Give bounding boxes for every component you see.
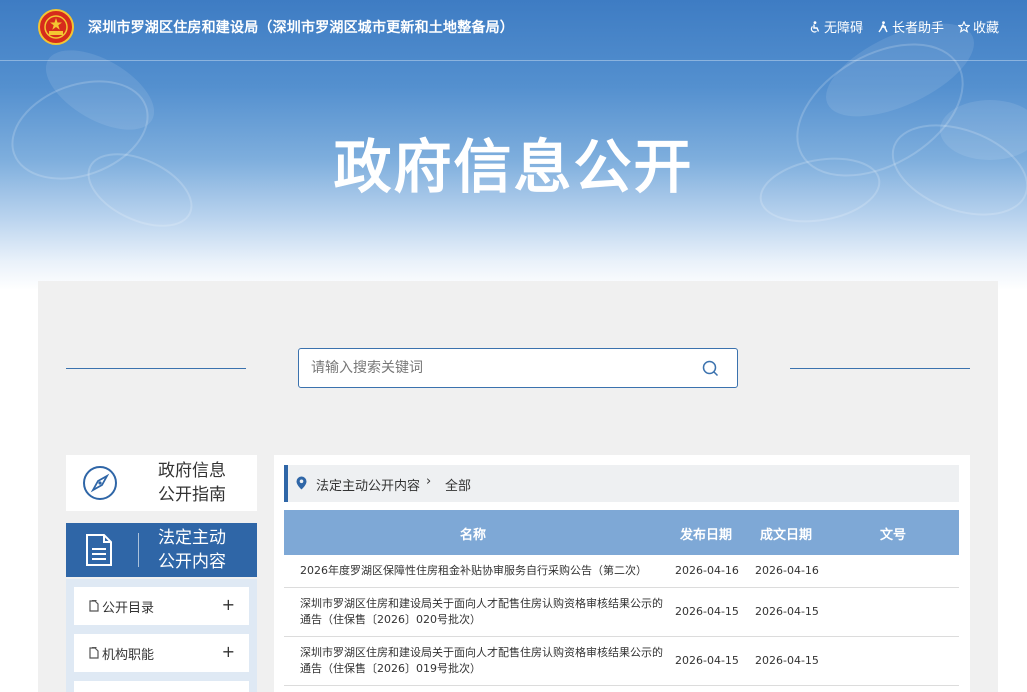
search-input[interactable]: [299, 349, 689, 387]
sidebar-submenu: 公开目录 + 机构职能 +: [66, 579, 257, 692]
row-created: 2026-04-16: [755, 564, 819, 577]
sidebar-item-catalog[interactable]: 公开目录 +: [74, 587, 249, 625]
row-published: 2026-04-15: [675, 654, 739, 667]
doc-icon: [89, 647, 99, 659]
guide-label: 政府信息 公开指南: [158, 459, 248, 507]
statutory-content-label: 法定主动 公开内容: [158, 526, 250, 574]
top-bar: 深圳市罗湖区住房和建设局（深圳市罗湖区城市更新和土地整备局） 无障碍 长者助手 …: [0, 0, 1027, 61]
elder-assist-icon: [878, 20, 888, 32]
top-divider: [0, 60, 1027, 61]
row-created: 2026-04-15: [755, 654, 819, 667]
location-pin-icon: [296, 476, 307, 490]
content-area: 法定主动公开内容 › 全部 名称 发布日期 成文日期 文号 2026年度罗湖区保…: [274, 455, 970, 692]
row-title[interactable]: 深圳市罗湖区住房和建设局关于面向人才配售住房认购资格审核结果公示的通告（住保售〔…: [300, 596, 665, 628]
chevron-right-icon: ›: [426, 474, 432, 489]
table-header: 名称 发布日期 成文日期 文号: [284, 510, 959, 555]
statutory-content-line1: 法定主动: [158, 528, 226, 548]
table-row[interactable]: 深圳市罗湖区住房和建设局关于面向人才配售住房认购资格审核结果公示的通告（住保售〔…: [284, 637, 959, 686]
accessibility-icon: [810, 20, 820, 33]
accessibility-link[interactable]: 无障碍: [809, 17, 863, 36]
header-doc-no: 文号: [880, 528, 907, 543]
search-icon[interactable]: [702, 360, 719, 377]
breadcrumb-level2: 全部: [445, 479, 472, 494]
sidebar-item-more[interactable]: [74, 681, 249, 692]
table-row[interactable]: 深圳市罗湖区住房和建设局关于面向人才配售住房认购资格审核结果公示的通告（住保售〔…: [284, 588, 959, 637]
expand-icon[interactable]: +: [222, 595, 235, 614]
catalog-label: 公开目录: [102, 601, 155, 616]
guide-label-line1: 政府信息: [158, 461, 226, 481]
header-name: 名称: [460, 528, 487, 543]
favorite-label: 收藏: [972, 21, 999, 36]
sidebar-item-functions[interactable]: 机构职能 +: [74, 634, 249, 672]
functions-label: 机构职能: [102, 648, 155, 663]
main-panel: 政府信息 公开指南 法定主动 公开内容 公开目录 + 机构职能 +: [38, 281, 998, 692]
favorite-link[interactable]: 收藏: [957, 17, 999, 36]
row-title[interactable]: 2026年度罗湖区保障性住房租金补贴协审服务自行采购公告（第二次）: [300, 563, 665, 579]
breadcrumb-level1[interactable]: 法定主动公开内容: [316, 475, 420, 494]
row-published: 2026-04-16: [675, 564, 739, 577]
row-title[interactable]: 深圳市罗湖区住房和建设局关于面向人才配售住房认购资格审核结果公示的通告（住保售〔…: [300, 645, 665, 677]
top-links: 无障碍 长者助手 收藏: [809, 17, 999, 36]
accessibility-label: 无障碍: [823, 21, 863, 36]
header-published: 发布日期: [680, 528, 733, 543]
search-box: [298, 348, 738, 388]
national-emblem-icon: [38, 9, 74, 45]
expand-icon[interactable]: +: [222, 642, 235, 661]
site-title[interactable]: 深圳市罗湖区住房和建设局（深圳市罗湖区城市更新和土地整备局）: [88, 17, 514, 37]
sidebar-item-statutory-content[interactable]: 法定主动 公开内容: [66, 523, 257, 577]
search-divider-right: [790, 368, 970, 369]
hero-title: 政府信息公开: [333, 133, 694, 201]
statutory-content-line2: 公开内容: [158, 552, 226, 572]
content-card-separator: [138, 533, 139, 567]
guide-label-line2: 公开指南: [158, 485, 226, 505]
compass-icon: [83, 466, 117, 500]
row-created: 2026-04-15: [755, 605, 819, 618]
header-created: 成文日期: [760, 528, 813, 543]
banner: 深圳市罗湖区住房和建设局（深圳市罗湖区城市更新和土地整备局） 无障碍 长者助手 …: [0, 0, 1027, 290]
doc-icon: [89, 600, 99, 612]
search-divider-left: [66, 368, 246, 369]
table-row[interactable]: 2026年度罗湖区保障性住房租金补贴协审服务自行采购公告（第二次） 2026-0…: [284, 555, 959, 588]
breadcrumb: 法定主动公开内容 › 全部: [284, 465, 959, 502]
row-published: 2026-04-15: [675, 605, 739, 618]
sidebar-item-guide[interactable]: 政府信息 公开指南: [66, 455, 257, 511]
elder-assist-link[interactable]: 长者助手: [877, 17, 944, 36]
star-icon: [957, 20, 970, 33]
document-icon: [86, 534, 112, 566]
elder-assist-label: 长者助手: [891, 21, 944, 36]
